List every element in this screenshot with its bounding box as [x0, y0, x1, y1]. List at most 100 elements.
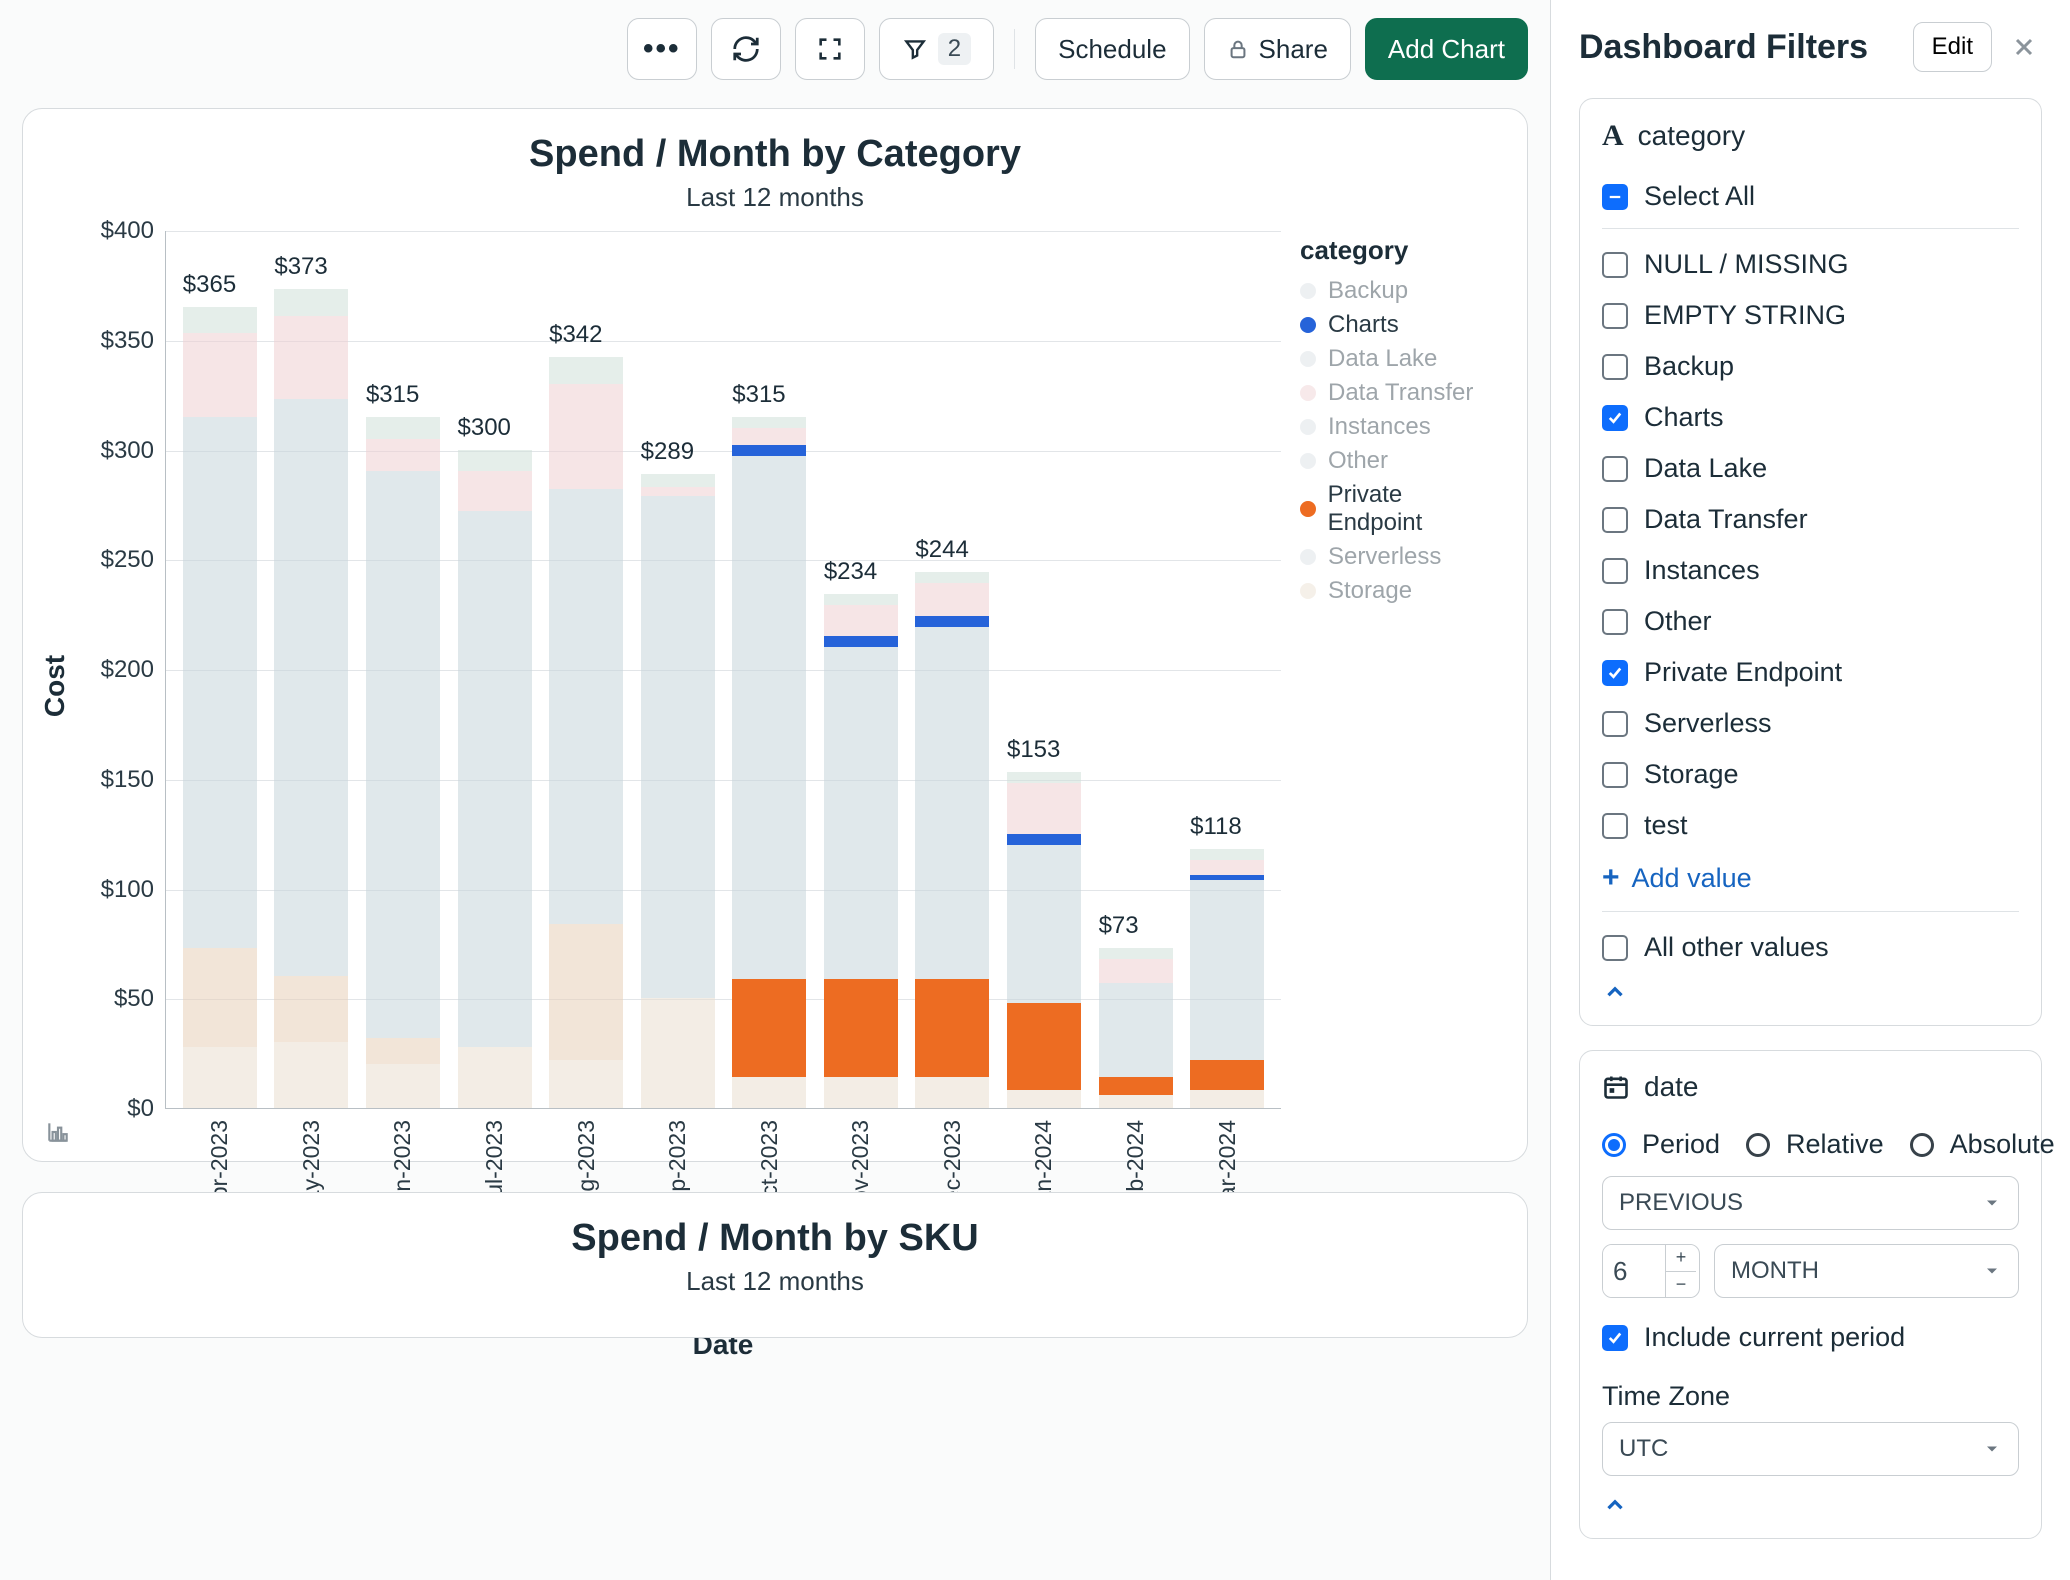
category-option-label: Instances [1644, 555, 1760, 586]
schedule-button[interactable]: Schedule [1035, 18, 1189, 80]
bar-total-label: $153 [1007, 736, 1060, 764]
timezone-select[interactable]: UTC [1602, 1422, 2019, 1476]
bar-stack: $244 [915, 572, 989, 1108]
chart-type-icon[interactable] [45, 1119, 71, 1145]
filter-button[interactable]: 2 [879, 18, 994, 80]
chart-plot[interactable]: $0$50$100$150$200$250$300$350$400$365Apr… [165, 231, 1281, 1109]
category-option-label: EMPTY STRING [1644, 300, 1846, 331]
refresh-button[interactable] [711, 18, 781, 80]
edit-filters-button[interactable]: Edit [1913, 22, 1992, 72]
bar-column[interactable]: $73Feb-2024 [1090, 948, 1182, 1108]
legend-item[interactable]: Charts [1300, 308, 1499, 342]
bar-column[interactable]: $234Nov-2023 [815, 594, 907, 1108]
bar-segment [1007, 783, 1081, 833]
legend-item[interactable]: Private Endpoint [1300, 478, 1499, 540]
category-option-checkbox[interactable]: Data Transfer [1602, 494, 2019, 545]
bar-column[interactable]: $118Mar-2024 [1181, 849, 1273, 1108]
category-option-label: test [1644, 810, 1688, 841]
category-option-checkbox[interactable]: Data Lake [1602, 443, 2019, 494]
bar-total-label: $300 [458, 414, 511, 442]
bar-segment [1190, 849, 1264, 860]
close-panel-button[interactable] [2006, 31, 2042, 63]
legend-item[interactable]: Serverless [1300, 540, 1499, 574]
legend-item[interactable]: Instances [1300, 410, 1499, 444]
bar-total-label: $373 [274, 253, 327, 281]
bar-segment [732, 979, 806, 1078]
date-mode-period-radio[interactable]: Period [1602, 1129, 1720, 1160]
include-current-checkbox[interactable]: Include current period [1602, 1312, 2019, 1363]
bar-column[interactable]: $373May-2023 [266, 289, 358, 1108]
category-option-checkbox[interactable]: test [1602, 800, 2019, 851]
chart-plot-area: Cost $0$50$100$150$200$250$300$350$400$3… [61, 231, 1270, 1141]
bar-column[interactable]: $365Apr-2023 [174, 307, 266, 1108]
bar-total-label: $73 [1099, 912, 1139, 940]
legend-swatch-icon [1300, 583, 1316, 599]
bar-segment [366, 1064, 440, 1108]
bar-segment [366, 1038, 440, 1064]
category-option-checkbox[interactable]: EMPTY STRING [1602, 290, 2019, 341]
category-option-checkbox[interactable]: Instances [1602, 545, 2019, 596]
bar-segment [1007, 845, 1081, 1003]
category-option-checkbox[interactable]: NULL / MISSING [1602, 239, 2019, 290]
legend-swatch-icon [1300, 283, 1316, 299]
legend-item[interactable]: Data Lake [1300, 342, 1499, 376]
bar-column[interactable]: $289Sep-2023 [632, 474, 724, 1108]
legend-label: Data Transfer [1328, 379, 1473, 407]
bar-segment [549, 1060, 623, 1108]
include-current-label: Include current period [1644, 1322, 1905, 1353]
bar-segment [915, 627, 989, 978]
collapse-button[interactable] [1602, 1486, 2019, 1524]
category-option-label: Data Transfer [1644, 504, 1808, 535]
y-tick-label: $350 [101, 327, 166, 355]
refresh-icon [731, 34, 761, 64]
bar-column[interactable]: $342Aug-2023 [540, 357, 632, 1108]
bar-column[interactable]: $315Jun-2023 [357, 417, 449, 1108]
period-count-stepper[interactable]: + − [1602, 1244, 1700, 1298]
select-all-checkbox[interactable]: Select All [1602, 171, 2019, 222]
legend-label: Charts [1328, 311, 1399, 339]
add-chart-button[interactable]: Add Chart [1365, 18, 1528, 80]
chart-legend: category BackupChartsData LakeData Trans… [1300, 235, 1499, 608]
bar-segment [1099, 959, 1173, 983]
period-count-input[interactable] [1603, 1245, 1665, 1297]
legend-item[interactable]: Backup [1300, 274, 1499, 308]
category-option-checkbox[interactable]: Serverless [1602, 698, 2019, 749]
category-option-checkbox[interactable]: Backup [1602, 341, 2019, 392]
legend-swatch-icon [1300, 317, 1316, 333]
step-up-button[interactable]: + [1666, 1245, 1696, 1272]
fullscreen-button[interactable] [795, 18, 865, 80]
divider [1602, 911, 2019, 912]
filter-icon [902, 36, 928, 62]
timezone-label: Time Zone [1602, 1381, 2019, 1412]
bar-segment [366, 471, 440, 1037]
period-unit-select[interactable]: MONTH [1714, 1244, 2019, 1298]
checkbox-icon [1602, 711, 1628, 737]
panel-title: Dashboard Filters [1579, 28, 1899, 67]
category-option-checkbox[interactable]: Private Endpoint [1602, 647, 2019, 698]
bar-segment [458, 450, 532, 472]
date-mode-relative-radio[interactable]: Relative [1746, 1129, 1884, 1160]
more-menu-button[interactable]: ••• [627, 18, 697, 80]
category-option-checkbox[interactable]: Charts [1602, 392, 2019, 443]
all-other-values-checkbox[interactable]: All other values [1602, 922, 2019, 973]
collapse-button[interactable] [1602, 973, 2019, 1011]
bar-segment [732, 417, 806, 428]
legend-item[interactable]: Other [1300, 444, 1499, 478]
bar-column[interactable]: $153Jan-2024 [998, 772, 1090, 1108]
bar-column[interactable]: $315Oct-2023 [723, 417, 815, 1108]
category-option-checkbox[interactable]: Storage [1602, 749, 2019, 800]
category-option-checkbox[interactable]: Other [1602, 596, 2019, 647]
add-value-button[interactable]: + Add value [1602, 851, 2019, 905]
bar-stack: $300 [458, 450, 532, 1108]
date-mode-absolute-radio[interactable]: Absolute [1910, 1129, 2055, 1160]
dashboard-filters-panel: Dashboard Filters Edit A category Select… [1550, 0, 2070, 1580]
bar-column[interactable]: $300Jul-2023 [449, 450, 541, 1108]
bar-stack: $234 [824, 594, 898, 1108]
legend-item[interactable]: Storage [1300, 574, 1499, 608]
bar-segment [641, 487, 715, 496]
period-direction-select[interactable]: PREVIOUS [1602, 1176, 2019, 1230]
legend-item[interactable]: Data Transfer [1300, 376, 1499, 410]
bar-column[interactable]: $244Dec-2023 [907, 572, 999, 1108]
share-button[interactable]: Share [1204, 18, 1351, 80]
step-down-button[interactable]: − [1666, 1272, 1696, 1298]
